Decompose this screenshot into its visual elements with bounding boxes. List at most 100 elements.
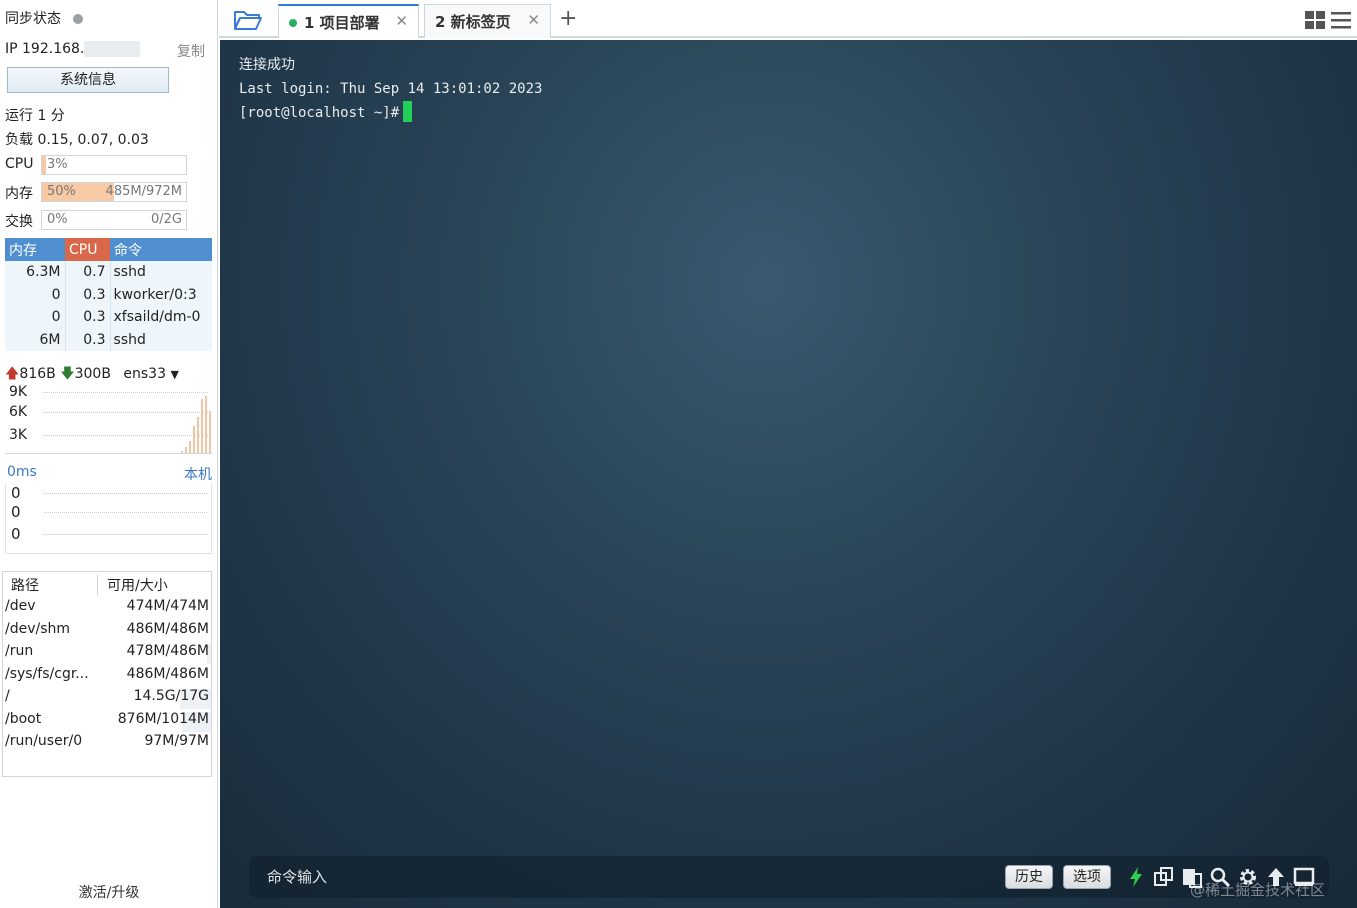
disk-row[interactable]: /run/user/0 97M/97M bbox=[3, 733, 211, 755]
grid-layout-icon[interactable] bbox=[1305, 11, 1325, 29]
swap-usage: 0/2G bbox=[151, 212, 182, 227]
memory-meter: 50% 485M/972M bbox=[41, 182, 187, 202]
disk-row[interactable]: /run 478M/486M bbox=[3, 643, 211, 665]
swap-meter: 0% 0/2G bbox=[41, 210, 187, 230]
latency-gridline bbox=[44, 534, 207, 535]
disk-size: 876M/1014M bbox=[117, 710, 209, 727]
network-traffic-bar bbox=[189, 441, 191, 453]
network-traffic-bar bbox=[205, 396, 207, 453]
disk-row[interactable]: /dev 474M/474M bbox=[3, 598, 211, 620]
process-cpu: 0.3 bbox=[65, 306, 111, 329]
disk-panel: 路径 可用/大小 /dev 474M/474M/dev/shm 486M/486M /… bbox=[2, 571, 212, 777]
load-average: 负载 0.15, 0.07, 0.03 bbox=[5, 132, 149, 148]
disk-row[interactable]: /dev/shm 486M/486M bbox=[3, 621, 211, 643]
terminal-cursor bbox=[403, 101, 413, 122]
network-y-label: 3K bbox=[9, 427, 28, 443]
network-interface-select[interactable]: ens33 ▼ bbox=[123, 366, 179, 382]
process-row[interactable]: 6M 0.3 sshd bbox=[5, 328, 212, 351]
disk-size: 486M/486M bbox=[126, 620, 209, 637]
memory-percent: 50% bbox=[47, 184, 76, 199]
network-traffic-bar bbox=[185, 447, 187, 453]
latency-gridline bbox=[44, 493, 207, 494]
process-mem: 0 bbox=[5, 283, 66, 306]
network-chart: 9K 6K 3K bbox=[5, 384, 212, 454]
lightning-icon[interactable] bbox=[1125, 866, 1147, 888]
disk-path: / bbox=[5, 688, 10, 704]
cpu-meter: 3% bbox=[41, 155, 187, 175]
latency-y-label: 0 bbox=[11, 503, 21, 521]
sync-status: 同步状态 bbox=[5, 8, 84, 28]
history-button[interactable]: 历史 bbox=[1005, 865, 1053, 889]
disk-header-size[interactable]: 可用/大小 bbox=[107, 575, 168, 597]
system-info-button[interactable]: 系统信息 bbox=[7, 67, 169, 93]
process-row[interactable]: 0 0.3 kworker/0:3 bbox=[5, 283, 212, 306]
terminal[interactable]: 连接成功 Last login: Thu Sep 14 13:01:02 2023… bbox=[220, 40, 1357, 908]
process-cpu: 0.3 bbox=[65, 328, 111, 351]
latency-header: 0ms 本机 bbox=[7, 464, 212, 483]
process-header-cmd[interactable]: 命令 bbox=[110, 238, 212, 261]
close-icon[interactable]: ✕ bbox=[395, 12, 408, 30]
command-input[interactable] bbox=[267, 856, 987, 898]
disk-size: 478M/486M bbox=[126, 643, 209, 659]
disk-path: /run/user/0 bbox=[5, 733, 83, 749]
disk-size: 14.5G/17G bbox=[133, 688, 209, 704]
hamburger-menu-icon[interactable] bbox=[1331, 11, 1351, 29]
tab-bar: 1 项目部署 ✕ 2 新标签页 ✕ + bbox=[219, 0, 1357, 38]
cpu-meter-fill bbox=[42, 156, 47, 174]
disk-row[interactable]: /sys/fs/cgr... 486M/486M bbox=[3, 666, 211, 688]
process-cmd: sshd bbox=[110, 328, 212, 351]
network-traffic-bar bbox=[193, 426, 195, 453]
tab-label: 2 新标签页 bbox=[435, 13, 511, 31]
disk-row[interactable]: /boot 876M/1014M bbox=[3, 711, 211, 733]
memory-label: 内存 bbox=[5, 186, 33, 202]
disk-header-separator bbox=[97, 575, 98, 595]
process-mem: 6.3M bbox=[5, 261, 66, 284]
process-header-mem[interactable]: 内存 bbox=[5, 238, 65, 261]
add-tab-icon[interactable]: + bbox=[559, 6, 577, 32]
connected-dot-icon bbox=[289, 19, 297, 27]
sidebar: 同步状态 IP 192.168. 复制 系统信息 运行 1 分 负载 0.15,… bbox=[0, 0, 218, 908]
process-cmd: kworker/0:3 bbox=[110, 283, 212, 306]
disk-path: /sys/fs/cgr... bbox=[5, 665, 89, 682]
close-icon[interactable]: ✕ bbox=[527, 11, 540, 29]
disk-size: 97M/97M bbox=[144, 733, 209, 749]
process-header-cpu[interactable]: CPU bbox=[65, 238, 110, 261]
tab-project-deploy[interactable]: 1 项目部署 ✕ bbox=[278, 4, 419, 38]
network-traffic-bar bbox=[181, 451, 183, 453]
network-gridline bbox=[43, 412, 208, 413]
process-row[interactable]: 0 0.3 xfsaild/dm-0 bbox=[5, 306, 212, 329]
network-gridline bbox=[43, 392, 208, 393]
process-cpu: 0.7 bbox=[65, 261, 111, 284]
uptime: 运行 1 分 bbox=[5, 108, 65, 124]
terminal-line: Last login: Thu Sep 14 13:01:02 2023 bbox=[239, 81, 543, 97]
latency-host[interactable]: 本机 bbox=[184, 464, 212, 484]
process-cmd: xfsaild/dm-0 bbox=[110, 306, 212, 329]
disk-path: /dev bbox=[5, 598, 36, 614]
options-button[interactable]: 选项 bbox=[1063, 865, 1111, 889]
cpu-label: CPU bbox=[5, 156, 34, 172]
sync-status-dot-icon bbox=[73, 14, 84, 24]
disk-size: 474M/474M bbox=[126, 598, 209, 614]
network-gridline bbox=[43, 435, 208, 436]
process-row[interactable]: 6.3M 0.7 sshd bbox=[5, 261, 212, 284]
disk-row[interactable]: / 14.5G/17G bbox=[3, 688, 211, 710]
folder-open-icon[interactable] bbox=[233, 8, 263, 32]
latency-y-label: 0 bbox=[11, 525, 21, 543]
ip-address-label: IP 192.168. bbox=[5, 41, 85, 57]
terminal-line: 连接成功 bbox=[239, 57, 295, 73]
copy-icon[interactable] bbox=[1153, 866, 1175, 888]
latency-chart: 0 0 0 bbox=[5, 484, 212, 554]
cpu-value: 3% bbox=[47, 157, 68, 172]
disk-header-path[interactable]: 路径 bbox=[11, 575, 39, 597]
process-mem: 0 bbox=[5, 306, 66, 329]
caret-down-icon: ▼ bbox=[170, 368, 179, 381]
terminal-prompt-line: [root@localhost ~]# bbox=[239, 101, 542, 125]
swap-label: 交换 bbox=[5, 214, 33, 230]
swap-percent: 0% bbox=[47, 212, 68, 227]
network-traffic-bar bbox=[201, 399, 203, 453]
copy-ip-button[interactable]: 复制 bbox=[177, 41, 205, 61]
network-y-label: 9K bbox=[9, 384, 28, 400]
activate-upgrade-link[interactable]: 激活/升级 bbox=[0, 882, 218, 902]
network-traffic-bar bbox=[197, 417, 199, 453]
tab-new-tab[interactable]: 2 新标签页 ✕ bbox=[424, 4, 551, 38]
